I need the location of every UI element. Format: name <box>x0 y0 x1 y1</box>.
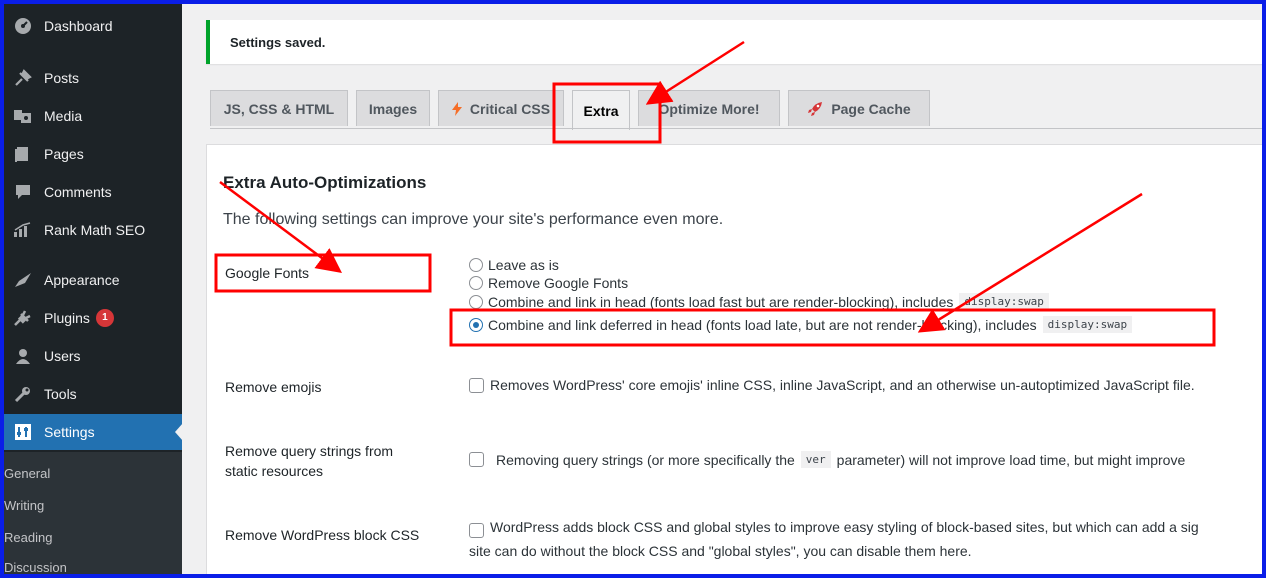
google-fonts-option-combine-head[interactable]: Combine and link in head (fonts load fas… <box>469 293 1049 310</box>
lightning-icon <box>451 101 462 116</box>
settings-icon <box>12 421 34 443</box>
option-label: parameter) will not improve load time, b… <box>836 451 1186 468</box>
sidebar-item-label: Rank Math SEO <box>44 222 146 238</box>
sidebar-item-appearance[interactable]: Appearance <box>4 262 182 298</box>
sidebar-item-posts[interactable]: Posts <box>4 60 182 96</box>
code-snippet: ver <box>800 451 831 468</box>
notice-text: Settings saved. <box>230 35 326 50</box>
google-fonts-label: Google Fonts <box>225 265 310 281</box>
option-label: Leave as is <box>488 257 559 273</box>
option-label: Combine and link deferred in head (fonts… <box>488 316 1037 333</box>
option-label: Removing query strings (or more specific… <box>496 451 795 468</box>
sidebar-item-media[interactable]: Media <box>4 98 182 134</box>
sidebar-item-label: Plugins <box>44 310 90 326</box>
plugins-icon <box>12 307 34 329</box>
option-label: Removes WordPress' core emojis' inline C… <box>490 377 1195 393</box>
sidebar-item-label: Appearance <box>44 272 120 288</box>
google-fonts-option-combine-deferred[interactable]: Combine and link deferred in head (fonts… <box>469 316 1133 333</box>
radio-button[interactable] <box>469 258 483 272</box>
sidebar-item-label: Comments <box>44 184 112 200</box>
tab-label: Page Cache <box>831 100 911 117</box>
tab-page-cache[interactable]: Page Cache <box>788 90 930 126</box>
rank-math-icon <box>12 219 34 241</box>
sidebar-item-dashboard[interactable]: Dashboard <box>4 8 182 44</box>
tab-label: Extra <box>583 102 619 119</box>
remove-emojis-checkbox[interactable] <box>469 377 484 393</box>
sidebar-item-plugins[interactable]: Plugins 1 <box>4 300 182 336</box>
remove-emojis-label: Remove emojis <box>225 379 322 395</box>
sidebar-item-label: Users <box>44 348 81 364</box>
tab-js-css-html[interactable]: JS, CSS & HTML <box>210 90 348 126</box>
radio-button-selected[interactable] <box>469 317 483 332</box>
sidebar-item-users[interactable]: Users <box>4 338 182 374</box>
main-content: Settings saved. JS, CSS & HTML Images Cr… <box>182 4 1262 574</box>
tools-icon <box>12 383 34 405</box>
sidebar-item-settings[interactable]: Settings <box>4 414 183 450</box>
section-description: The following settings can improve your … <box>223 211 724 228</box>
screenshot-frame: Dashboard Posts Media Pages Comments Ran… <box>4 4 1262 574</box>
option-label: Remove Google Fonts <box>488 275 629 291</box>
label-line: Remove query strings from <box>225 443 394 459</box>
sidebar-item-label: Media <box>44 108 83 124</box>
remove-block-css-option[interactable]: WordPress adds block CSS and global styl… <box>469 519 1199 538</box>
remove-block-css-option-line2: site can do without the block CSS and "g… <box>469 543 972 559</box>
radio-button[interactable] <box>469 294 483 309</box>
google-fonts-option-leave[interactable]: Leave as is <box>469 257 559 273</box>
tab-label: Critical CSS <box>469 100 551 117</box>
google-fonts-option-remove[interactable]: Remove Google Fonts <box>469 275 628 291</box>
pages-icon <box>12 143 34 165</box>
code-snippet: display:swap <box>1042 316 1133 333</box>
sidebar-item-label: Dashboard <box>44 18 113 34</box>
admin-sidebar: Dashboard Posts Media Pages Comments Ran… <box>4 4 183 574</box>
sidebar-item-pages[interactable]: Pages <box>4 136 182 172</box>
tab-label: Optimize More! <box>658 100 760 117</box>
sidebar-item-comments[interactable]: Comments <box>4 174 182 210</box>
tab-label: Images <box>368 100 418 117</box>
settings-panel: Extra Auto-Optimizations The following s… <box>206 144 1262 574</box>
tab-divider <box>210 128 1262 129</box>
sidebar-item-label: Tools <box>44 386 77 402</box>
submenu-item-discussion[interactable]: Discussion <box>4 560 67 574</box>
option-label: site can do without the block CSS and "g… <box>469 543 972 559</box>
sidebar-item-label: Posts <box>44 70 80 86</box>
rocket-icon <box>807 101 823 117</box>
settings-saved-notice: Settings saved. <box>206 20 1262 64</box>
settings-submenu: General Writing Reading Discussion <box>4 452 182 574</box>
sidebar-item-tools[interactable]: Tools <box>4 376 182 412</box>
section-title: Extra Auto-Optimizations <box>223 173 427 192</box>
sidebar-item-rank-math-seo[interactable]: Rank Math SEO <box>4 212 182 248</box>
radio-button[interactable] <box>469 276 483 290</box>
option-label: Combine and link in head (fonts load fas… <box>488 293 954 310</box>
tab-critical-css[interactable]: Critical CSS <box>438 90 564 126</box>
submenu-item-general[interactable]: General <box>4 466 50 481</box>
remove-block-css-checkbox[interactable] <box>469 523 484 538</box>
tab-images[interactable]: Images <box>356 90 430 126</box>
code-snippet: display:swap <box>959 293 1049 310</box>
users-icon <box>12 345 34 367</box>
appearance-icon <box>12 269 34 291</box>
option-label: WordPress adds block CSS and global styl… <box>490 519 1199 535</box>
remove-query-strings-checkbox[interactable] <box>469 452 484 467</box>
media-icon <box>12 105 34 127</box>
pin-icon <box>12 67 34 89</box>
sidebar-item-label: Pages <box>44 146 84 162</box>
remove-emojis-option[interactable]: Removes WordPress' core emojis' inline C… <box>469 377 1195 393</box>
tab-label: JS, CSS & HTML <box>223 100 335 117</box>
submenu-item-reading[interactable]: Reading <box>4 530 52 545</box>
label-line: static resources <box>225 463 324 479</box>
remove-query-strings-label: Remove query strings from static resourc… <box>225 441 393 481</box>
submenu-item-writing[interactable]: Writing <box>4 498 44 513</box>
remove-block-css-label: Remove WordPress block CSS <box>225 527 420 543</box>
tab-extra[interactable]: Extra <box>572 90 630 130</box>
remove-query-strings-option[interactable]: Removing query strings (or more specific… <box>469 451 1185 468</box>
tab-optimize-more[interactable]: Optimize More! <box>638 90 780 126</box>
plugins-update-badge: 1 <box>95 309 114 327</box>
comments-icon <box>12 181 34 203</box>
sidebar-item-label: Settings <box>44 424 95 440</box>
dashboard-icon <box>12 15 34 37</box>
